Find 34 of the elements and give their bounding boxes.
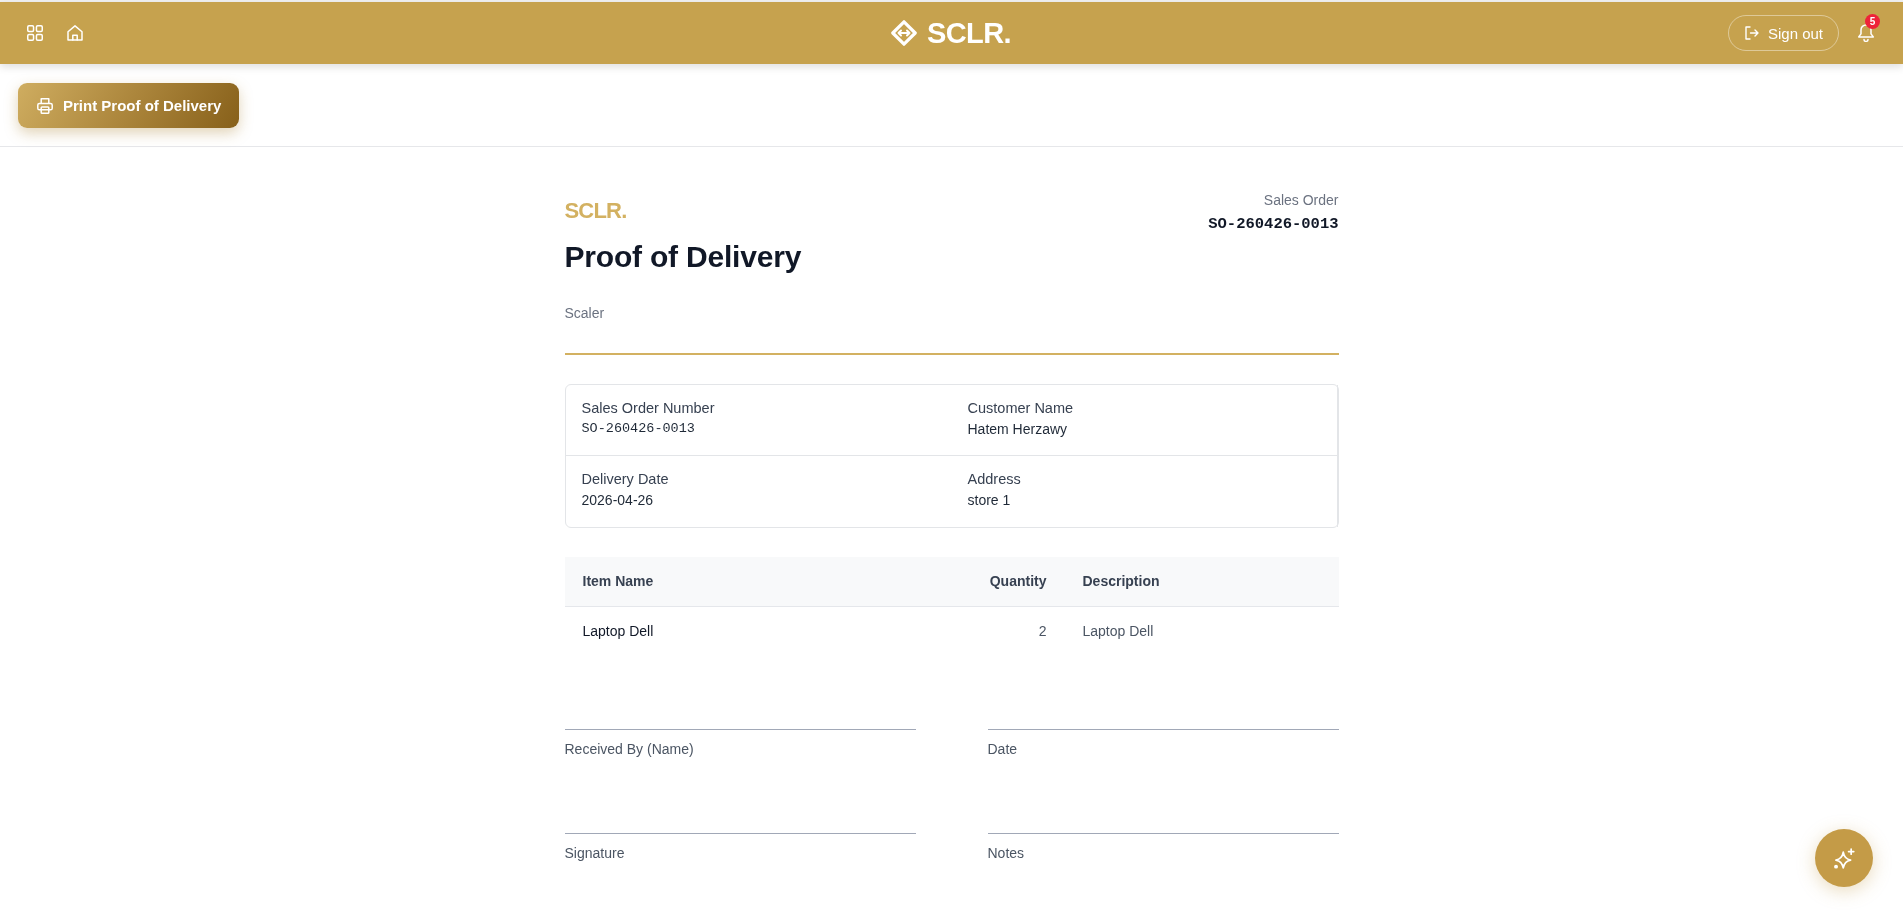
- brand-name: SCLR.: [564, 198, 627, 224]
- printer-icon: [37, 97, 53, 114]
- sparkle-icon: [1833, 847, 1855, 869]
- detail-value: 2026-04-26: [581, 491, 654, 510]
- field-label: Notes: [987, 845, 1025, 863]
- field-label: Date: [987, 741, 1018, 759]
- detail-label: Customer Name: [967, 399, 1074, 418]
- table-cell: 2: [964, 606, 1065, 657]
- logo-text: SCLR.: [927, 18, 1011, 48]
- order-number: SO-260426-0013: [1208, 214, 1339, 234]
- order-label: Sales Order: [1263, 192, 1339, 209]
- field-label: Received By (Name): [564, 741, 694, 759]
- column-header: Item Name: [564, 557, 965, 607]
- field-label: Signature: [564, 845, 625, 863]
- home-icon[interactable]: [67, 25, 83, 41]
- column-header: Description: [1064, 557, 1339, 607]
- detail-value: store 1: [967, 491, 1011, 510]
- column-header: Quantity: [964, 557, 1065, 607]
- sign-out-icon: [1744, 26, 1759, 40]
- detail-label: Delivery Date: [581, 470, 669, 489]
- detail-value: Hatem Herzawy: [967, 420, 1068, 439]
- detail-label: Address: [967, 470, 1021, 489]
- assistant-button[interactable]: [1815, 829, 1873, 887]
- table-cell: Laptop Dell: [1064, 606, 1339, 657]
- apps-grid-icon[interactable]: [27, 25, 43, 41]
- notification-badge: 5: [1865, 14, 1880, 29]
- bell-icon[interactable]: [1857, 24, 1875, 42]
- table-cell: Laptop Dell: [564, 606, 965, 657]
- print-button[interactable]: Print Proof of Delivery: [18, 83, 240, 128]
- detail-value: SO-260426-0013: [581, 420, 695, 439]
- company-name: Scaler: [564, 304, 605, 324]
- detail-label: Sales Order Number: [581, 399, 715, 418]
- document-title: Proof of Delivery: [564, 239, 802, 275]
- diamond-logo-icon: [891, 20, 917, 46]
